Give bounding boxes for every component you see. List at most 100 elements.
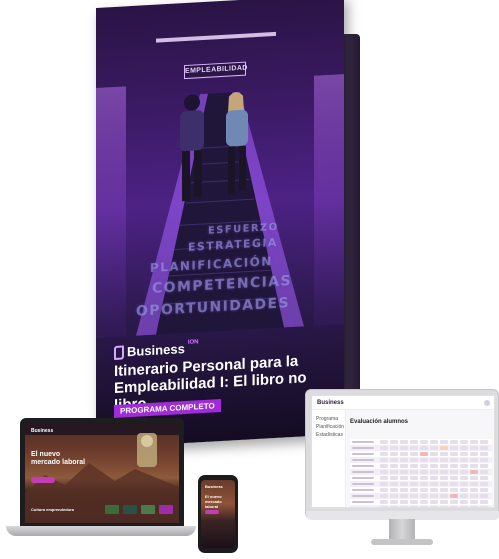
sidebar-item-estadisticas[interactable]: Estadísticas [316,432,343,438]
grade-cell [430,500,438,504]
grade-cell [470,482,478,486]
grade-cell [380,482,388,486]
grade-cell [440,476,448,480]
grade-cell [410,488,418,492]
student-name-cell [352,453,374,455]
laptop-logo: Business [31,428,54,434]
grade-cell [480,440,488,444]
grade-cell [460,488,468,492]
monitor-mockup: Business Programa Planificación Estadíst… [305,389,499,551]
course-thumbnail[interactable] [141,505,155,514]
grade-cell [390,440,398,444]
grade-cell [430,464,438,468]
grade-cell [470,500,478,504]
grade-cell [430,458,438,462]
grade-cell [440,494,448,498]
grade-cell [460,446,468,450]
grade-cell [410,470,418,474]
grade-cell [390,482,398,486]
grade-cell [470,506,478,507]
course-thumbnail[interactable] [123,505,137,514]
cover-brand: Business [127,341,185,360]
grade-cell [480,446,488,450]
grade-cell [480,452,488,456]
table-row [350,505,492,507]
course-thumbnail[interactable] [105,505,119,514]
grade-cell [380,500,388,504]
laptop-base [6,526,196,536]
grade-cell [400,470,408,474]
student-name-cell [352,441,374,443]
grade-cell [480,464,488,468]
phone-logo: Business [205,484,223,489]
grade-cell [470,446,478,450]
phone-mockup: Business El nuevo mercado laboral [198,475,238,553]
grade-cell [410,494,418,498]
grade-cell [430,452,438,456]
grade-cell [460,482,468,486]
grade-cell [450,482,458,486]
sidebar-item-programa[interactable]: Programa [316,416,338,422]
grade-cell [470,476,478,480]
grade-cell [440,488,448,492]
grade-cell [450,470,458,474]
monitor-screen: Business Programa Planificación Estadíst… [311,395,495,508]
grade-cell [460,470,468,474]
grade-cell [420,506,428,507]
grade-cell [470,440,478,444]
grade-cell [460,506,468,507]
grade-cell [390,464,398,468]
grade-cell [380,476,388,480]
laptop-cta-button[interactable] [31,477,55,483]
grade-cell [420,452,428,456]
laptop-screen: Business El nuevo mercado laboral Cultur… [25,423,179,523]
grade-cell [450,476,458,480]
grade-cell [410,506,418,507]
avatar[interactable] [484,400,490,406]
grade-cell [420,488,428,492]
monitor-topbar: Business [312,396,494,410]
grade-cell [430,494,438,498]
grade-cell [430,488,438,492]
grade-cell [380,494,388,498]
grade-cell [430,446,438,450]
grade-cell [380,452,388,456]
grade-cell [400,476,408,480]
grade-cell [450,488,458,492]
laptop-headline: El nuevo mercado laboral [31,451,86,466]
phone-cta-button[interactable] [205,510,219,514]
cover-logo: Business ION [114,339,198,360]
monitor-main: Evaluación alumnos [350,413,492,507]
grade-cell [480,470,488,474]
book-mockup: EMPLEABILIDAD ESFUERZO ESTRATEGIA PLANIF… [96,0,364,449]
grade-cell [390,452,398,456]
grade-cell [390,458,398,462]
student-name-cell [352,465,374,467]
sidebar-item-planificacion[interactable]: Planificación [316,424,344,430]
grade-cell [470,458,478,462]
student-name-cell [352,495,374,497]
grade-cell [480,458,488,462]
student-name-cell [352,459,374,461]
grade-cell [420,440,428,444]
grade-cell [450,500,458,504]
monitor-page-title: Evaluación alumnos [350,419,409,425]
laptop-lid: Business El nuevo mercado laboral Cultur… [20,418,184,526]
course-thumbnail[interactable] [159,505,173,514]
grade-cell [480,488,488,492]
grade-cell [400,464,408,468]
grade-cell [410,482,418,486]
grade-cell [420,482,428,486]
grade-cell [390,500,398,504]
grade-cell [480,482,488,486]
student-name-cell [352,447,374,449]
grade-cell [400,452,408,456]
grade-cell [480,494,488,498]
grade-cell [420,476,428,480]
grade-cell [410,440,418,444]
grade-cell [400,446,408,450]
grade-cell [440,458,448,462]
grade-cell [450,446,458,450]
grade-cell [440,470,448,474]
grade-cell [460,458,468,462]
